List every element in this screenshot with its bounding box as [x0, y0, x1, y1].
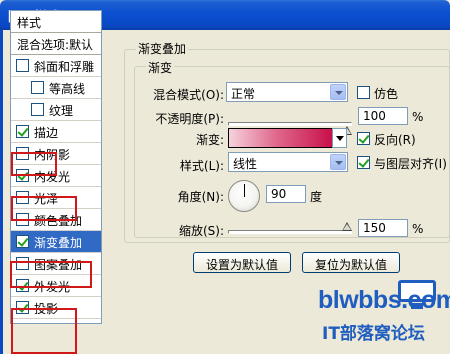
- style-checkbox[interactable]: [16, 279, 29, 292]
- style-item-label: 光泽: [34, 192, 59, 206]
- style-item-label: 斜面和浮雕: [34, 60, 95, 74]
- style-item-label: 渐变叠加: [34, 236, 83, 250]
- angle-dial[interactable]: [228, 180, 260, 212]
- gradient-label: 渐变:: [195, 133, 224, 147]
- style-item-texture[interactable]: 纹理: [11, 99, 101, 121]
- chevron-down-icon[interactable]: [330, 154, 346, 170]
- style-checkbox[interactable]: [16, 301, 29, 314]
- style-value: 线性: [233, 157, 258, 171]
- gradient-swatch[interactable]: [228, 128, 333, 148]
- scale-input[interactable]: 150: [358, 219, 408, 237]
- reverse-label: 反向(R): [374, 133, 416, 147]
- style-item-pattern-overlay[interactable]: 图案叠加: [11, 253, 101, 275]
- make-default-button[interactable]: 设置为默认值: [193, 252, 291, 273]
- angle-label: 角度(N):: [177, 190, 224, 204]
- style-item-contour[interactable]: 等高线: [11, 77, 101, 99]
- scale-slider-thumb[interactable]: [342, 222, 352, 231]
- scale-slider-track[interactable]: [228, 230, 352, 234]
- style-checkbox[interactable]: [31, 103, 44, 116]
- style-checkbox[interactable]: [16, 191, 29, 204]
- style-checkbox[interactable]: [31, 81, 44, 94]
- opacity-input[interactable]: 100: [358, 107, 408, 125]
- watermark-site: IT部落窝论坛: [322, 324, 425, 344]
- blend-mode-label: 混合模式(O):: [153, 88, 224, 102]
- style-item-outer-glow[interactable]: 外发光: [11, 275, 101, 297]
- style-item-label: 纹理: [49, 104, 74, 118]
- watermark-domain: blwbbs.com: [318, 286, 450, 314]
- reset-default-button[interactable]: 复位为默认值: [302, 252, 400, 273]
- reverse-checkbox[interactable]: [357, 132, 370, 145]
- style-item-label: 描边: [34, 126, 59, 140]
- style-item-label: 图案叠加: [34, 258, 83, 272]
- style-checkbox[interactable]: [16, 59, 29, 72]
- blend-mode-value: 正常: [231, 87, 256, 101]
- subsection-title: 渐变: [146, 59, 175, 76]
- dither-label: 仿色: [374, 87, 399, 101]
- blend-options-item[interactable]: 混合选项:默认: [11, 33, 101, 55]
- scale-label: 缩放(S):: [178, 224, 224, 238]
- angle-input[interactable]: 90: [266, 185, 306, 203]
- style-select[interactable]: 线性: [228, 152, 348, 172]
- section-title: 渐变叠加: [136, 40, 189, 57]
- dither-checkbox[interactable]: [357, 86, 370, 99]
- style-checkbox[interactable]: [16, 125, 29, 138]
- style-item-gradient-overlay[interactable]: 渐变叠加: [11, 231, 101, 253]
- style-item-color-overlay[interactable]: 颜色叠加: [11, 209, 101, 231]
- style-item-bevel-emboss[interactable]: 斜面和浮雕: [11, 55, 101, 77]
- style-item-label: 内阴影: [34, 148, 71, 162]
- style-checkbox[interactable]: [16, 147, 29, 160]
- align-layer-label: 与图层对齐(I): [374, 157, 447, 171]
- style-item-label: 等高线: [49, 82, 86, 96]
- opacity-slider-track[interactable]: [228, 122, 352, 126]
- style-checkbox[interactable]: [16, 235, 29, 248]
- style-item-label: 内发光: [34, 170, 71, 184]
- style-item-label: 外发光: [34, 280, 71, 294]
- chevron-down-icon[interactable]: [330, 84, 346, 100]
- style-checkbox[interactable]: [16, 169, 29, 182]
- style-item-label: 颜色叠加: [34, 214, 83, 228]
- style-item-inner-glow[interactable]: 内发光: [11, 165, 101, 187]
- opacity-label: 不透明度(P):: [155, 112, 224, 126]
- gradient-dropdown-arrow[interactable]: [332, 128, 347, 148]
- align-layer-checkbox[interactable]: [357, 156, 370, 169]
- style-item-inner-shadow[interactable]: 内阴影: [11, 143, 101, 165]
- style-item-satin[interactable]: 光泽: [11, 187, 101, 209]
- style-label: 样式(L):: [179, 159, 224, 173]
- style-item-stroke[interactable]: 描边: [11, 121, 101, 143]
- angle-unit: 度: [310, 190, 323, 204]
- style-checkbox[interactable]: [16, 257, 29, 270]
- angle-dial-needle: [244, 184, 245, 197]
- style-checkbox[interactable]: [16, 213, 29, 226]
- style-item-label: 投影: [34, 302, 59, 316]
- opacity-unit: %: [412, 110, 424, 124]
- style-list-header[interactable]: 样式: [11, 11, 101, 33]
- scale-unit: %: [412, 222, 424, 236]
- blend-mode-select[interactable]: 正常: [226, 82, 348, 102]
- style-list: 样式 混合选项:默认 斜面和浮雕 等高线 纹理 描边 内阴影 内发光 光泽 颜色…: [10, 10, 102, 324]
- style-item-drop-shadow[interactable]: 投影: [11, 297, 101, 319]
